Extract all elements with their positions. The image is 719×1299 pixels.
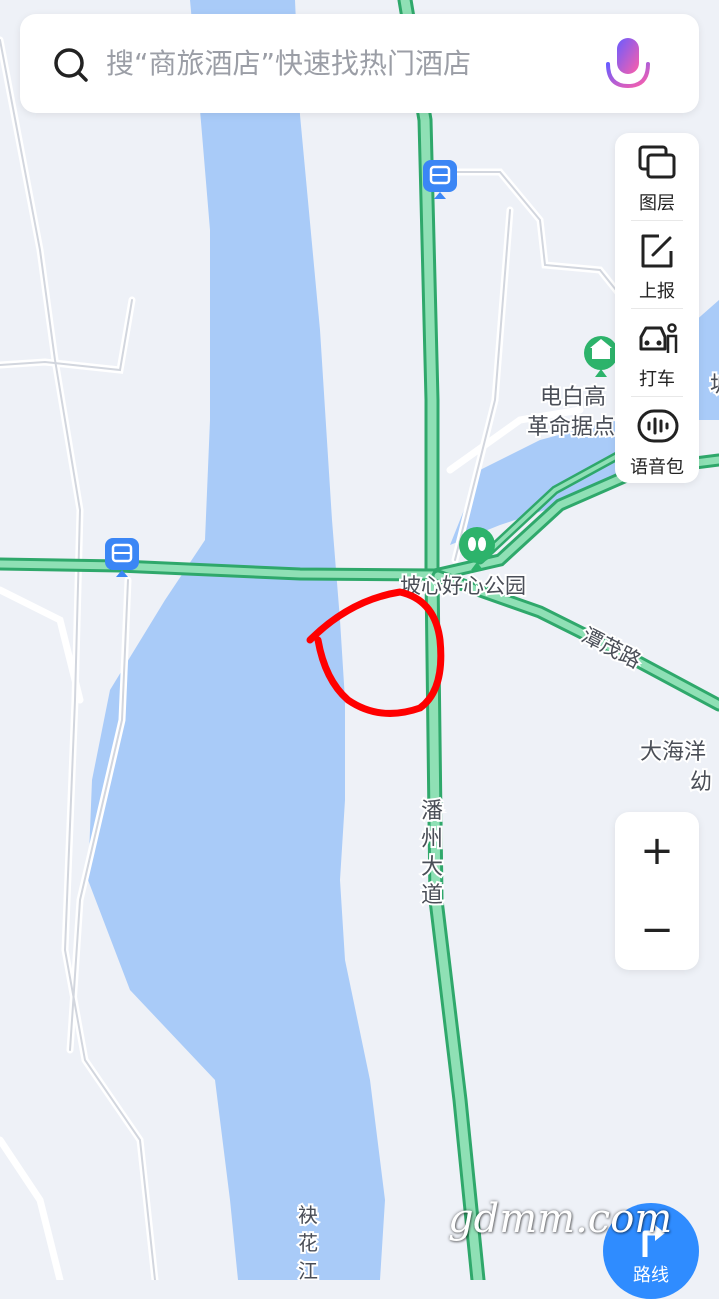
taxi-icon (639, 323, 678, 353)
layers-icon (638, 145, 676, 179)
voice-pack-label: 语音包 (630, 457, 684, 478)
map-canvas[interactable]: 电白高 革命据点 坡心好心公园 潭茂路 大海洋 幼 潘 州 大 道 袂 花 江 … (0, 0, 719, 1280)
route-label: 路线 (633, 1265, 669, 1286)
map-label-road-panzhou: 道 (421, 883, 443, 908)
search-icon (54, 48, 88, 82)
map-label-school: 幼 (690, 770, 712, 795)
zoom-in-button[interactable]: + (615, 812, 699, 891)
map-tools-panel: 图层 上报 打车 语音包 (615, 133, 699, 483)
zoom-controls: + − (615, 812, 699, 970)
map-label-river: 花 (298, 1231, 318, 1255)
map-label-river: 江 (298, 1259, 318, 1280)
map-label-road-panzhou: 州 (421, 827, 443, 852)
taxi-label: 打车 (639, 369, 675, 390)
map-label-road-panzhou: 潘 (421, 799, 443, 824)
search-bar[interactable]: 搜“商旅酒店”快速找热门酒店 (20, 14, 699, 113)
taxi-button[interactable]: 打车 (615, 309, 699, 395)
report-label: 上报 (639, 281, 675, 302)
report-edit-icon (641, 234, 673, 268)
map-label-base: 革命据点 (527, 415, 615, 440)
map-label-river: 袂 (298, 1203, 318, 1227)
map-label-base: 电白高 (540, 385, 606, 410)
zoom-out-button[interactable]: − (615, 891, 699, 970)
voice-pack-icon (637, 409, 679, 443)
microphone-icon[interactable] (598, 34, 658, 104)
layers-label: 图层 (639, 193, 675, 214)
voice-pack-button[interactable]: 语音包 (615, 397, 699, 483)
map-label-school: 大海洋 (640, 740, 706, 765)
layers-button[interactable]: 图层 (615, 133, 699, 219)
map-label-road-panzhou: 大 (421, 855, 443, 880)
search-input[interactable]: 搜“商旅酒店”快速找热门酒店 (106, 44, 471, 84)
watermark-text: gdmm.com (448, 1196, 673, 1242)
map-label-edge: 坡 (710, 373, 719, 398)
map-label-park: 坡心好心公园 (400, 574, 526, 598)
report-button[interactable]: 上报 (615, 221, 699, 307)
